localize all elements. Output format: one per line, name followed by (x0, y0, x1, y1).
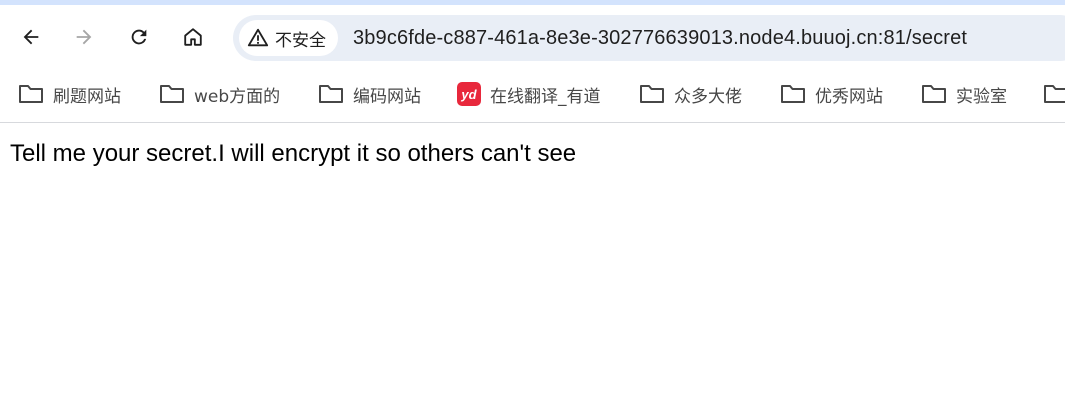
youdao-icon: yd (457, 82, 481, 106)
bookmark-label: 刷题网站 (53, 86, 121, 107)
folder-icon (19, 85, 43, 103)
forward-button[interactable] (66, 19, 102, 55)
security-label: 不安全 (275, 30, 326, 51)
arrow-left-icon (23, 29, 39, 45)
bookmark-label: 优秀网站 (815, 86, 883, 107)
bookmark-youxiu[interactable]: 优秀网站 (780, 79, 883, 109)
page-message: Tell me your secret.I will encrypt it so… (10, 140, 577, 167)
bookmark-web[interactable]: web方面的 (159, 79, 280, 109)
reload-icon (131, 29, 147, 45)
bookmark-label: 在线翻译_有道 (490, 86, 601, 107)
bookmark-shuati[interactable]: 刷题网站 (18, 79, 121, 109)
url-text[interactable]: 3b9c6fde-c887-461a-8e3e-302776639013.nod… (353, 27, 967, 50)
back-button[interactable] (13, 19, 49, 55)
arrow-right-icon (76, 29, 92, 45)
security-chip[interactable]: 不安全 (239, 20, 338, 56)
browser-toolbar: 不安全 3b9c6fde-c887-461a-8e3e-302776639013… (0, 5, 1065, 67)
bookmark-bianma[interactable]: 编码网站 (318, 79, 421, 109)
bookmark-shiyanshi[interactable]: 实验室 (921, 79, 1007, 109)
folder-icon (1044, 85, 1065, 103)
bookmark-label: 实验室 (956, 86, 1007, 107)
bookmark-label: web方面的 (194, 86, 281, 107)
home-button[interactable] (175, 19, 211, 55)
folder-icon (781, 85, 805, 103)
page-content: Tell me your secret.I will encrypt it so… (0, 124, 1065, 415)
bookmark-dalao[interactable]: 众多大佬 (639, 79, 742, 109)
bookmark-youdao[interactable]: yd 在线翻译_有道 (457, 79, 601, 109)
warning-icon (247, 28, 269, 47)
bookmarks-bar: 刷题网站 web方面的 编码网站 yd 在线翻译_有道 众多大佬 优秀网站 实验… (0, 67, 1065, 123)
folder-icon (922, 85, 946, 103)
address-bar[interactable]: 不安全 3b9c6fde-c887-461a-8e3e-302776639013… (233, 15, 1065, 61)
folder-icon (160, 85, 184, 103)
bookmark-overflow[interactable] (1043, 79, 1065, 109)
home-icon (184, 28, 202, 46)
bookmark-label: 编码网站 (353, 86, 421, 107)
reload-button[interactable] (121, 19, 157, 55)
folder-icon (319, 85, 343, 103)
bookmark-label: 众多大佬 (674, 86, 742, 107)
folder-icon (640, 85, 664, 103)
